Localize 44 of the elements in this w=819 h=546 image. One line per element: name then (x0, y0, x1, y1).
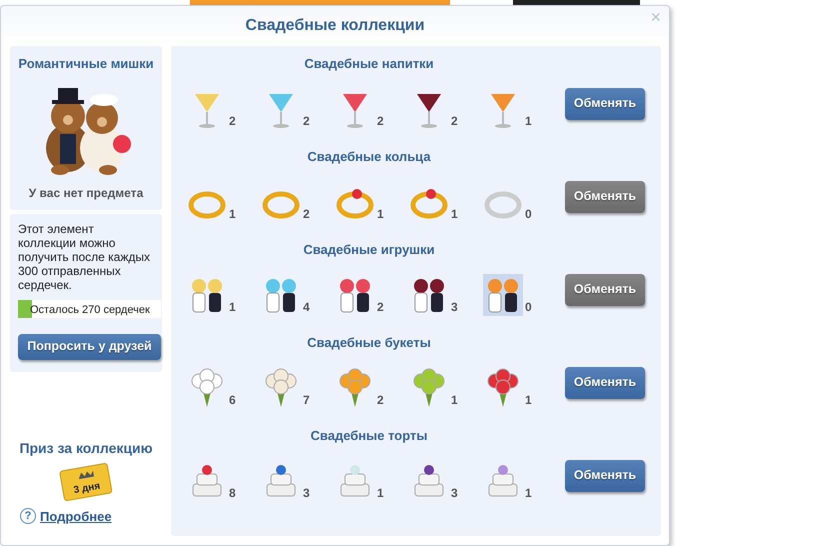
item-status: У вас нет предмета (28, 184, 144, 202)
item-count: 1 (377, 206, 384, 222)
item-count: 1 (525, 392, 532, 408)
item-count: 3 (451, 298, 458, 316)
item-count: 1 (229, 298, 236, 316)
info-text: Этот элемент коллекции можно получить после каждых 300 отправленных сердечек. (18, 222, 151, 292)
collection-title: Свадебные торты (310, 427, 428, 445)
item-count: 0 (525, 206, 532, 222)
item-count: 2 (377, 112, 384, 130)
item-count: 1 (525, 112, 532, 130)
item-count: 2 (377, 392, 384, 408)
item-count: 2 (451, 112, 458, 130)
item-count: 2 (303, 206, 310, 222)
item-count: 6 (229, 392, 236, 408)
ticket-drawing: 3 дня (58, 462, 114, 502)
details-link[interactable]: Подробнее (40, 506, 112, 526)
item-count: 8 (229, 484, 236, 502)
exchange-button[interactable]: Обменять (565, 88, 645, 120)
exchange-button[interactable]: Обменять (565, 180, 645, 212)
item-count: 2 (377, 298, 384, 316)
item-count: 1 (451, 392, 458, 408)
item-count: 1 (377, 484, 384, 502)
dialog-title: Свадебные коллекции (245, 17, 425, 34)
item-count: 4 (303, 298, 310, 316)
exchange-button[interactable]: Обменять (565, 274, 645, 306)
collection-title: Свадебные напитки (303, 55, 435, 73)
item-count: 2 (229, 112, 236, 130)
item-count: 0 (525, 298, 532, 316)
collection-title: Свадебные букеты (306, 334, 432, 352)
ask-friends-button[interactable]: Попросить у друзей (18, 334, 161, 360)
item-count: 1 (525, 484, 532, 502)
item-count: 3 (451, 484, 458, 502)
item-count: 1 (229, 206, 236, 222)
item-count: 2 (303, 112, 310, 130)
collection-title: Свадебные кольца (306, 148, 432, 166)
exchange-button[interactable]: Обменять (565, 366, 645, 398)
item-count: 7 (303, 392, 310, 408)
item-count: 3 (303, 484, 310, 502)
prize-title: Приз за коллекцию (18, 438, 154, 458)
item-count: 1 (451, 206, 458, 222)
exchange-button[interactable]: Обменять (565, 460, 645, 492)
collection-title: Свадебные игрушки (302, 241, 436, 259)
item-title: Романтичные мишки (17, 55, 155, 73)
help-icon[interactable]: ? (20, 508, 36, 524)
